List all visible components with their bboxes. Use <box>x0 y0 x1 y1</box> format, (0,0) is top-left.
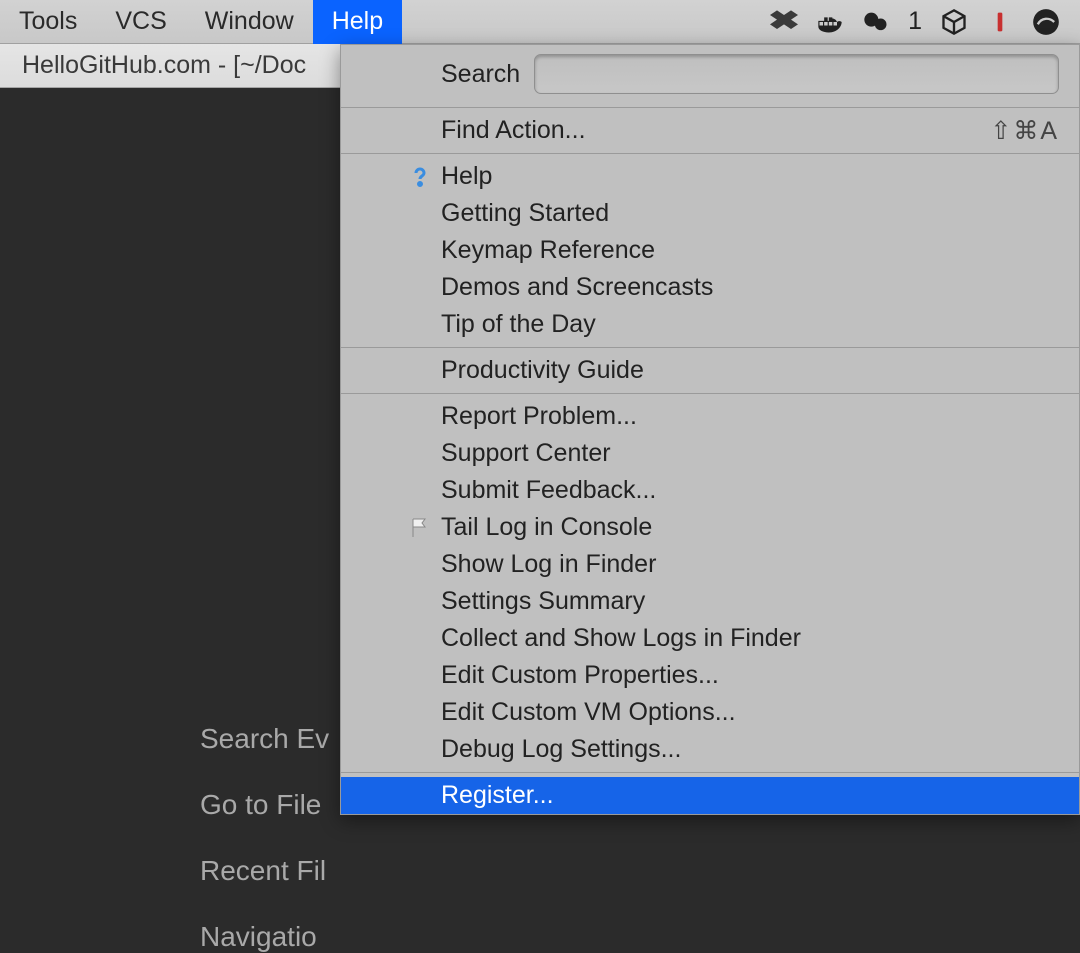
menu-item-label: Tip of the Day <box>441 310 596 339</box>
help-dropdown: Search Find Action... ⇧⌘A Help Getting S… <box>340 44 1080 815</box>
menu-item-label: Collect and Show Logs in Finder <box>441 624 801 653</box>
menu-item-label: Submit Feedback... <box>441 476 656 505</box>
menu-support-center[interactable]: Support Center <box>341 435 1079 472</box>
menu-productivity-guide[interactable]: Productivity Guide <box>341 352 1079 389</box>
help-search-label: Search <box>441 60 520 89</box>
menu-tail-log-console[interactable]: Tail Log in Console <box>341 509 1079 546</box>
menu-separator <box>341 153 1079 154</box>
menu-register[interactable]: Register... <box>341 777 1079 814</box>
menu-demos-screencasts[interactable]: Demos and Screencasts <box>341 269 1079 306</box>
question-icon <box>407 164 433 190</box>
docker-icon[interactable] <box>816 8 844 36</box>
welcome-list: Search Ev Go to File Recent Fil Navigati… <box>200 723 329 953</box>
menu-edit-custom-vm[interactable]: Edit Custom VM Options... <box>341 694 1079 731</box>
welcome-navigation[interactable]: Navigatio <box>200 921 329 953</box>
welcome-search-everywhere[interactable]: Search Ev <box>200 723 329 755</box>
menu-item-label: Register... <box>441 781 554 810</box>
menu-separator <box>341 393 1079 394</box>
menu-item-label: Report Problem... <box>441 402 637 431</box>
menu-window[interactable]: Window <box>186 0 313 44</box>
menu-tip-of-day[interactable]: Tip of the Day <box>341 306 1079 343</box>
menu-help-item[interactable]: Help <box>341 158 1079 195</box>
menu-separator <box>341 347 1079 348</box>
welcome-goto-file[interactable]: Go to File <box>200 789 329 821</box>
menu-settings-summary[interactable]: Settings Summary <box>341 583 1079 620</box>
menubar: Tools VCS Window Help 1 <box>0 0 1080 44</box>
menu-submit-feedback[interactable]: Submit Feedback... <box>341 472 1079 509</box>
menu-item-label: Support Center <box>441 439 611 468</box>
system-tray: 1 <box>770 7 1080 36</box>
menu-keymap-reference[interactable]: Keymap Reference <box>341 232 1079 269</box>
menu-item-label: Help <box>441 162 492 191</box>
menu-item-label: Demos and Screencasts <box>441 273 713 302</box>
tray-badge: 1 <box>908 7 922 36</box>
globe-icon[interactable] <box>1032 8 1060 36</box>
menu-edit-custom-props[interactable]: Edit Custom Properties... <box>341 657 1079 694</box>
menu-debug-log-settings[interactable]: Debug Log Settings... <box>341 731 1079 768</box>
menu-getting-started[interactable]: Getting Started <box>341 195 1079 232</box>
menu-item-label: Keymap Reference <box>441 236 655 265</box>
menu-item-label: Find Action... <box>441 116 586 145</box>
welcome-recent-files[interactable]: Recent Fil <box>200 855 329 887</box>
menu-item-label: Edit Custom VM Options... <box>441 698 736 727</box>
menu-find-action[interactable]: Find Action... ⇧⌘A <box>341 112 1079 149</box>
help-search-row: Search <box>341 45 1079 103</box>
menu-item-label: Edit Custom Properties... <box>441 661 719 690</box>
menu-vcs[interactable]: VCS <box>96 0 185 44</box>
menu-item-label: Settings Summary <box>441 587 645 616</box>
menubar-left: Tools VCS Window Help <box>0 0 402 44</box>
menu-show-log-finder[interactable]: Show Log in Finder <box>341 546 1079 583</box>
menu-item-label: Tail Log in Console <box>441 513 652 542</box>
menu-item-label: Getting Started <box>441 199 609 228</box>
dropbox-icon[interactable] <box>770 8 798 36</box>
menu-item-label: Show Log in Finder <box>441 550 656 579</box>
menu-help[interactable]: Help <box>313 0 402 44</box>
menu-item-label: Debug Log Settings... <box>441 735 681 764</box>
wechat-icon[interactable] <box>862 8 890 36</box>
battery-icon[interactable] <box>986 8 1014 36</box>
flag-icon <box>407 515 433 541</box>
shortcut-label: ⇧⌘A <box>990 116 1059 146</box>
menu-report-problem[interactable]: Report Problem... <box>341 398 1079 435</box>
menu-separator <box>341 772 1079 773</box>
menu-separator <box>341 107 1079 108</box>
cube-icon[interactable] <box>940 8 968 36</box>
menu-collect-show-logs[interactable]: Collect and Show Logs in Finder <box>341 620 1079 657</box>
menu-item-label: Productivity Guide <box>441 356 644 385</box>
help-search-input[interactable] <box>534 54 1059 94</box>
menu-tools[interactable]: Tools <box>0 0 96 44</box>
window-title: HelloGitHub.com - [~/Doc <box>22 51 306 80</box>
